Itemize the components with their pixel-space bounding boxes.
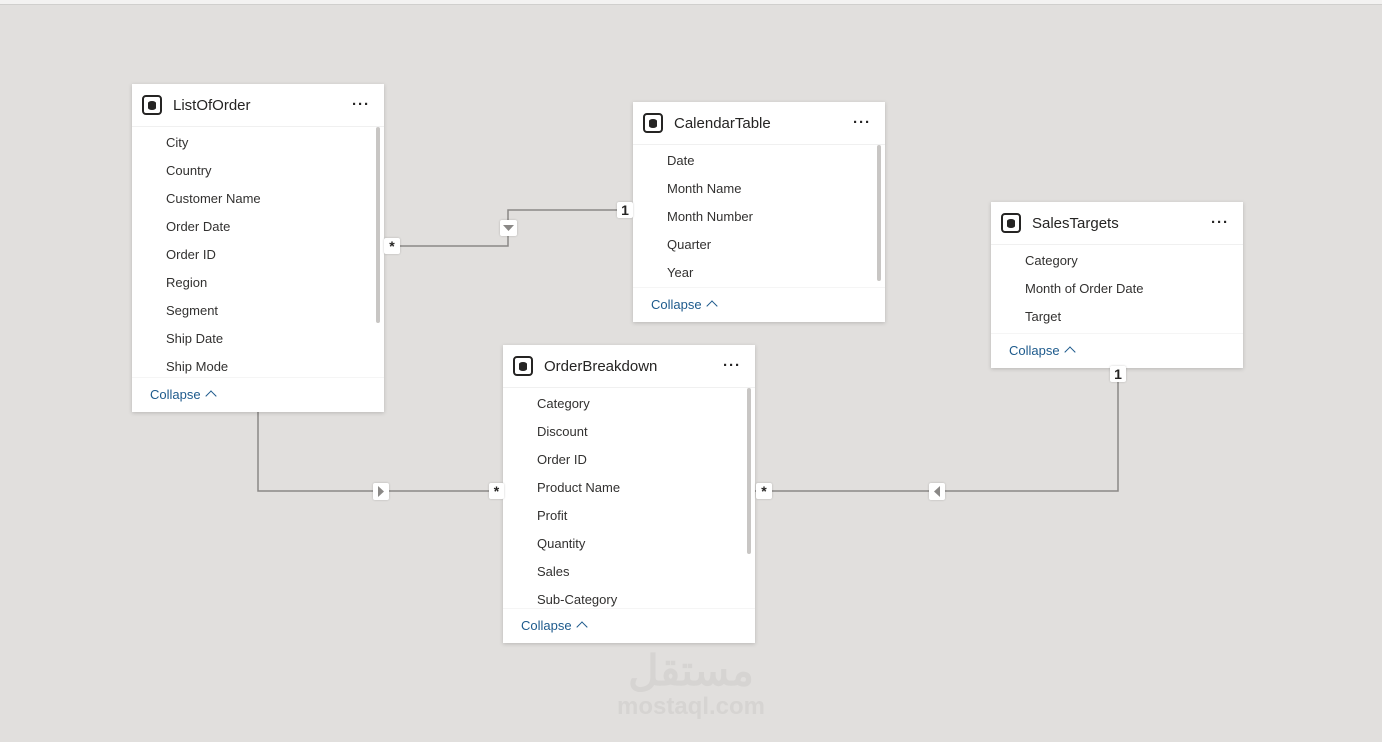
cardinality-one: 1 — [617, 202, 633, 218]
table-card-listoforder[interactable]: ListOfOrder ··· City Country Customer Name Or… — [132, 84, 384, 412]
table-icon — [142, 95, 162, 115]
table-title: CalendarTable — [674, 114, 771, 132]
field-item[interactable]: Quarter — [633, 231, 885, 259]
field-item[interactable]: City — [132, 129, 384, 157]
collapse-button[interactable]: Collapse — [633, 287, 885, 322]
table-title: OrderBreakdown — [544, 357, 658, 375]
field-item[interactable]: Category — [991, 247, 1243, 275]
cardinality-one: 1 — [1110, 366, 1126, 382]
field-item[interactable]: Date — [633, 147, 885, 175]
rel-orderbreakdown-listoforder — [257, 407, 503, 492]
field-item[interactable]: Profit — [503, 502, 755, 530]
field-item[interactable]: Ship Date — [132, 325, 384, 353]
field-list: Category Discount Order ID Product Name Prof… — [503, 388, 755, 608]
table-card-salestargets[interactable]: SalesTargets ··· Category Month of Order Da… — [991, 202, 1243, 368]
field-list: Date Month Name Month Number Quarter Year — [633, 145, 885, 287]
table-icon — [643, 113, 663, 133]
field-item[interactable]: Month Number — [633, 203, 885, 231]
collapse-label: Collapse — [651, 297, 702, 312]
field-item[interactable]: Order ID — [132, 241, 384, 269]
field-item[interactable]: Ship Mode — [132, 353, 384, 377]
table-header[interactable]: SalesTargets ··· — [991, 202, 1243, 245]
field-list: City Country Customer Name Order Date Order … — [132, 127, 384, 377]
more-options-button[interactable]: ··· — [1211, 214, 1229, 231]
table-header[interactable]: OrderBreakdown ··· — [503, 345, 755, 388]
field-item[interactable]: Customer Name — [132, 185, 384, 213]
field-item[interactable]: Discount — [503, 418, 755, 446]
table-icon — [513, 356, 533, 376]
table-icon — [1001, 213, 1021, 233]
more-options-button[interactable]: ··· — [723, 357, 741, 374]
collapse-button[interactable]: Collapse — [991, 333, 1243, 368]
scrollbar[interactable] — [376, 127, 380, 323]
chevron-up-icon — [575, 621, 588, 633]
collapse-button[interactable]: Collapse — [503, 608, 755, 643]
field-item[interactable]: Month Name — [633, 175, 885, 203]
rel-orderbreakdown-salestargets — [755, 364, 1119, 492]
field-item[interactable]: Region — [132, 269, 384, 297]
chevron-up-icon — [705, 300, 718, 312]
field-item[interactable]: Target — [991, 303, 1243, 331]
table-header[interactable]: ListOfOrder ··· — [132, 84, 384, 127]
filter-direction-left-icon[interactable] — [929, 483, 945, 500]
more-options-button[interactable]: ··· — [352, 96, 370, 113]
table-header[interactable]: CalendarTable ··· — [633, 102, 885, 145]
field-item[interactable]: Sales — [503, 558, 755, 586]
cardinality-many: * — [384, 238, 400, 254]
field-list: Category Month of Order Date Target — [991, 245, 1243, 333]
scrollbar[interactable] — [747, 388, 751, 554]
chevron-up-icon — [204, 390, 217, 402]
collapse-label: Collapse — [1009, 343, 1060, 358]
table-title: SalesTargets — [1032, 214, 1119, 232]
field-item[interactable]: Order ID — [503, 446, 755, 474]
field-item[interactable]: Category — [503, 390, 755, 418]
field-item[interactable]: Product Name — [503, 474, 755, 502]
cardinality-many: * — [489, 483, 504, 499]
collapse-label: Collapse — [521, 618, 572, 633]
more-options-button[interactable]: ··· — [853, 114, 871, 131]
field-item[interactable]: Quantity — [503, 530, 755, 558]
table-card-calendartable[interactable]: CalendarTable ··· Date Month Name Month Numb… — [633, 102, 885, 322]
field-item[interactable]: Month of Order Date — [991, 275, 1243, 303]
filter-direction-down-icon[interactable] — [500, 220, 517, 236]
chevron-up-icon — [1063, 346, 1076, 358]
table-title: ListOfOrder — [173, 96, 251, 114]
field-item[interactable]: Year — [633, 259, 885, 287]
field-item[interactable]: Sub-Category — [503, 586, 755, 608]
table-card-orderbreakdown[interactable]: OrderBreakdown ··· Category Discount Order I… — [503, 345, 755, 643]
filter-direction-right-icon[interactable] — [373, 483, 389, 500]
field-item[interactable]: Segment — [132, 297, 384, 325]
collapse-button[interactable]: Collapse — [132, 377, 384, 412]
watermark-logo: مستقل mostaql.com — [616, 647, 766, 720]
collapse-label: Collapse — [150, 387, 201, 402]
cardinality-many: * — [756, 483, 772, 499]
scrollbar[interactable] — [877, 145, 881, 281]
field-item[interactable]: Country — [132, 157, 384, 185]
field-item[interactable]: Order Date — [132, 213, 384, 241]
